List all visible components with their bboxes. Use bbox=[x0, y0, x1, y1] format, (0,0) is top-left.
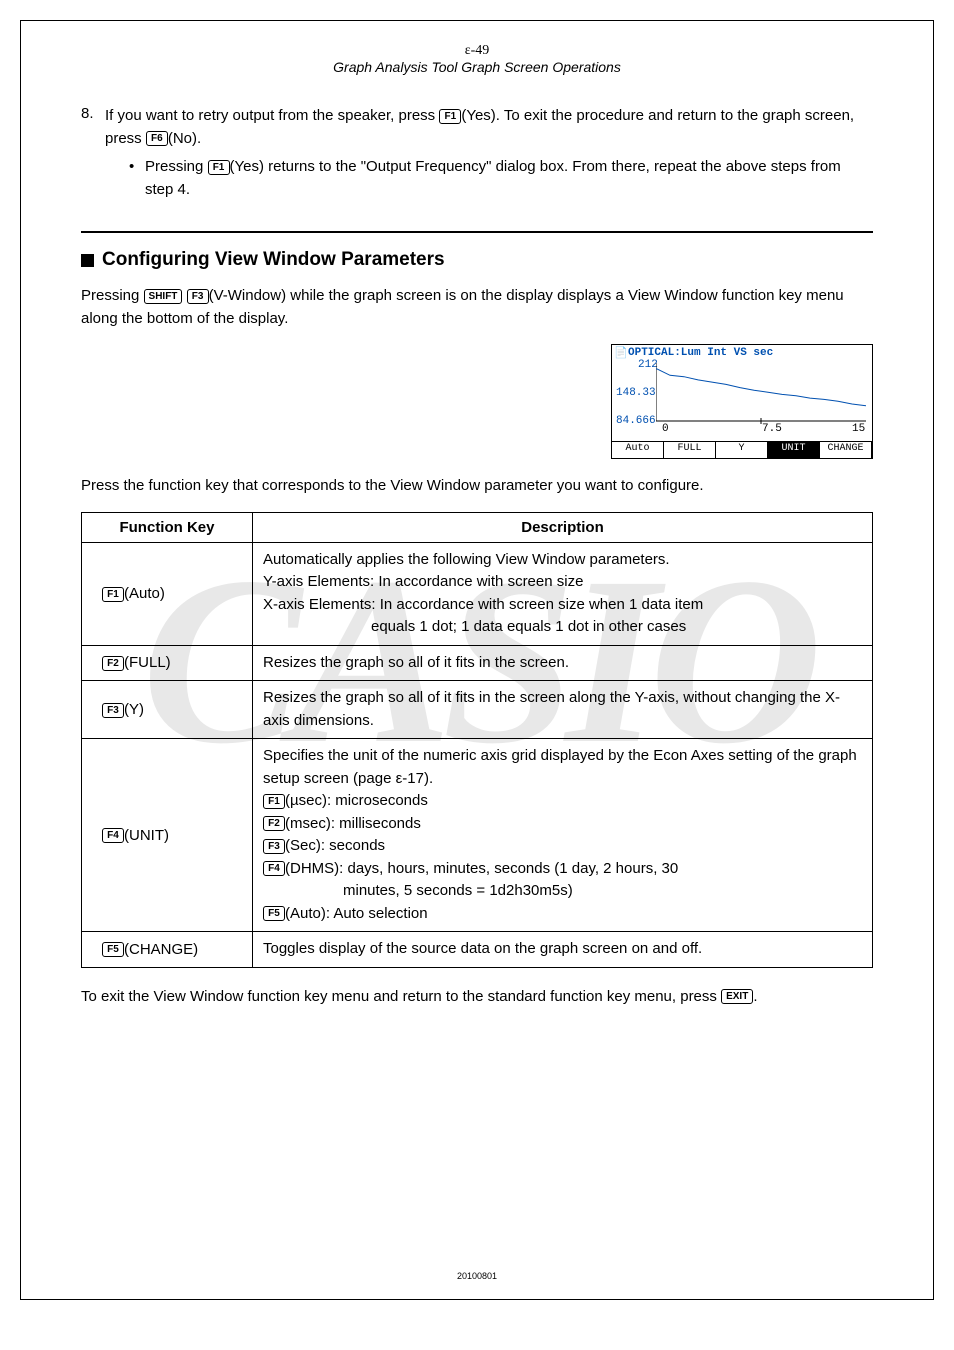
desc-text: (µsec): microseconds bbox=[285, 792, 428, 809]
section-heading: Configuring View Window Parameters bbox=[81, 249, 873, 271]
table-row: F1(Auto) Automatically applies the follo… bbox=[82, 542, 873, 645]
screenshot-title: OPTICAL:Lum Int VS sec bbox=[628, 347, 773, 359]
f1-key-icon: F1 bbox=[263, 794, 285, 809]
calculator-screenshot: 📄 OPTICAL:Lum Int VS sec 212 148.33 84.6… bbox=[611, 344, 873, 459]
menu-full: FULL bbox=[664, 442, 716, 458]
f1-key-icon: F1 bbox=[208, 160, 230, 175]
desc-text: Resizes the graph so all of it fits in t… bbox=[253, 681, 873, 739]
desc-text: Automatically applies the following View… bbox=[263, 549, 862, 572]
chart-line bbox=[656, 363, 866, 425]
desc-text: Y-axis Elements: In accordance with scre… bbox=[263, 571, 862, 594]
f3-key-icon: F3 bbox=[263, 839, 285, 854]
f2-key-icon: F2 bbox=[102, 656, 124, 671]
y-axis-mid: 148.33 bbox=[616, 387, 656, 399]
table-row: F5(CHANGE) Toggles display of the source… bbox=[82, 932, 873, 968]
f1-key-icon: F1 bbox=[439, 109, 461, 124]
screenshot-menu: Auto FULL Y UNIT CHANGE bbox=[612, 441, 872, 458]
step-text: (No). bbox=[168, 130, 201, 147]
f6-key-icon: F6 bbox=[146, 131, 168, 146]
bullet-text: (Yes) returns to the "Output Frequency" … bbox=[145, 158, 841, 198]
menu-unit: UNIT bbox=[768, 442, 820, 458]
key-label: (FULL) bbox=[124, 654, 171, 671]
desc-text: minutes, 5 seconds = 1d2h30m5s) bbox=[343, 880, 862, 903]
desc-text: (Sec): seconds bbox=[285, 837, 385, 854]
menu-change: CHANGE bbox=[820, 442, 872, 458]
desc-text: Toggles display of the source data on th… bbox=[253, 932, 873, 968]
f5-key-icon: F5 bbox=[102, 942, 124, 957]
exit-key-icon: EXIT bbox=[721, 989, 753, 1004]
desc-text: equals 1 dot; 1 data equals 1 dot in oth… bbox=[371, 616, 862, 639]
step-text: If you want to retry output from the spe… bbox=[105, 107, 439, 124]
function-key-table: Function Key Description F1(Auto) Automa… bbox=[81, 512, 873, 968]
desc-text: (msec): milliseconds bbox=[285, 815, 421, 832]
f5-key-icon: F5 bbox=[263, 906, 285, 921]
heading-text: Configuring View Window Parameters bbox=[102, 249, 445, 271]
table-row: F4(UNIT) Specifies the unit of the numer… bbox=[82, 739, 873, 932]
table-row: F3(Y) Resizes the graph so all of it fit… bbox=[82, 681, 873, 739]
page-title: Graph Analysis Tool Graph Screen Operati… bbox=[333, 59, 621, 75]
f4-key-icon: F4 bbox=[102, 828, 124, 843]
key-label: (Y) bbox=[124, 701, 144, 718]
f2-key-icon: F2 bbox=[263, 816, 285, 831]
shift-key-icon: SHIFT bbox=[144, 289, 183, 304]
desc-text: (Auto): Auto selection bbox=[285, 905, 428, 922]
square-bullet-icon bbox=[81, 254, 94, 267]
f4-key-icon: F4 bbox=[263, 861, 285, 876]
desc-text: X-axis Elements: In accordance with scre… bbox=[263, 594, 862, 617]
section-divider bbox=[81, 231, 873, 233]
bullet-text: Pressing bbox=[145, 158, 208, 175]
desc-text: Resizes the graph so all of it fits in t… bbox=[253, 645, 873, 681]
f1-key-icon: F1 bbox=[102, 587, 124, 602]
key-label: (UNIT) bbox=[124, 827, 169, 844]
step-number: 8. bbox=[81, 105, 105, 201]
footer-code: 20100801 bbox=[21, 1271, 933, 1281]
page-header: ε-49 Graph Analysis Tool Graph Screen Op… bbox=[81, 41, 873, 75]
desc-text: Specifies the unit of the numeric axis g… bbox=[263, 745, 862, 790]
f3-key-icon: F3 bbox=[187, 289, 209, 304]
th-function-key: Function Key bbox=[82, 512, 253, 542]
key-label: (CHANGE) bbox=[124, 941, 198, 958]
footer-paragraph: To exit the View Window function key men… bbox=[81, 986, 873, 1009]
pre-table-text: Press the function key that corresponds … bbox=[81, 475, 873, 498]
menu-auto: Auto bbox=[612, 442, 664, 458]
table-row: F2(FULL) Resizes the graph so all of it … bbox=[82, 645, 873, 681]
intro-paragraph: Pressing SHIFT F3(V-Window) while the gr… bbox=[81, 285, 873, 330]
desc-text: (DHMS): days, hours, minutes, seconds (1… bbox=[285, 860, 678, 877]
menu-y: Y bbox=[716, 442, 768, 458]
step-8: 8. If you want to retry output from the … bbox=[81, 105, 873, 201]
y-axis-top: 212 bbox=[638, 359, 658, 371]
page-number: ε-49 bbox=[465, 43, 490, 58]
bullet-icon: • bbox=[129, 156, 145, 201]
key-label: (Auto) bbox=[124, 585, 165, 602]
f3-key-icon: F3 bbox=[102, 703, 124, 718]
y-axis-bot: 84.666 bbox=[616, 415, 656, 427]
th-description: Description bbox=[253, 512, 873, 542]
